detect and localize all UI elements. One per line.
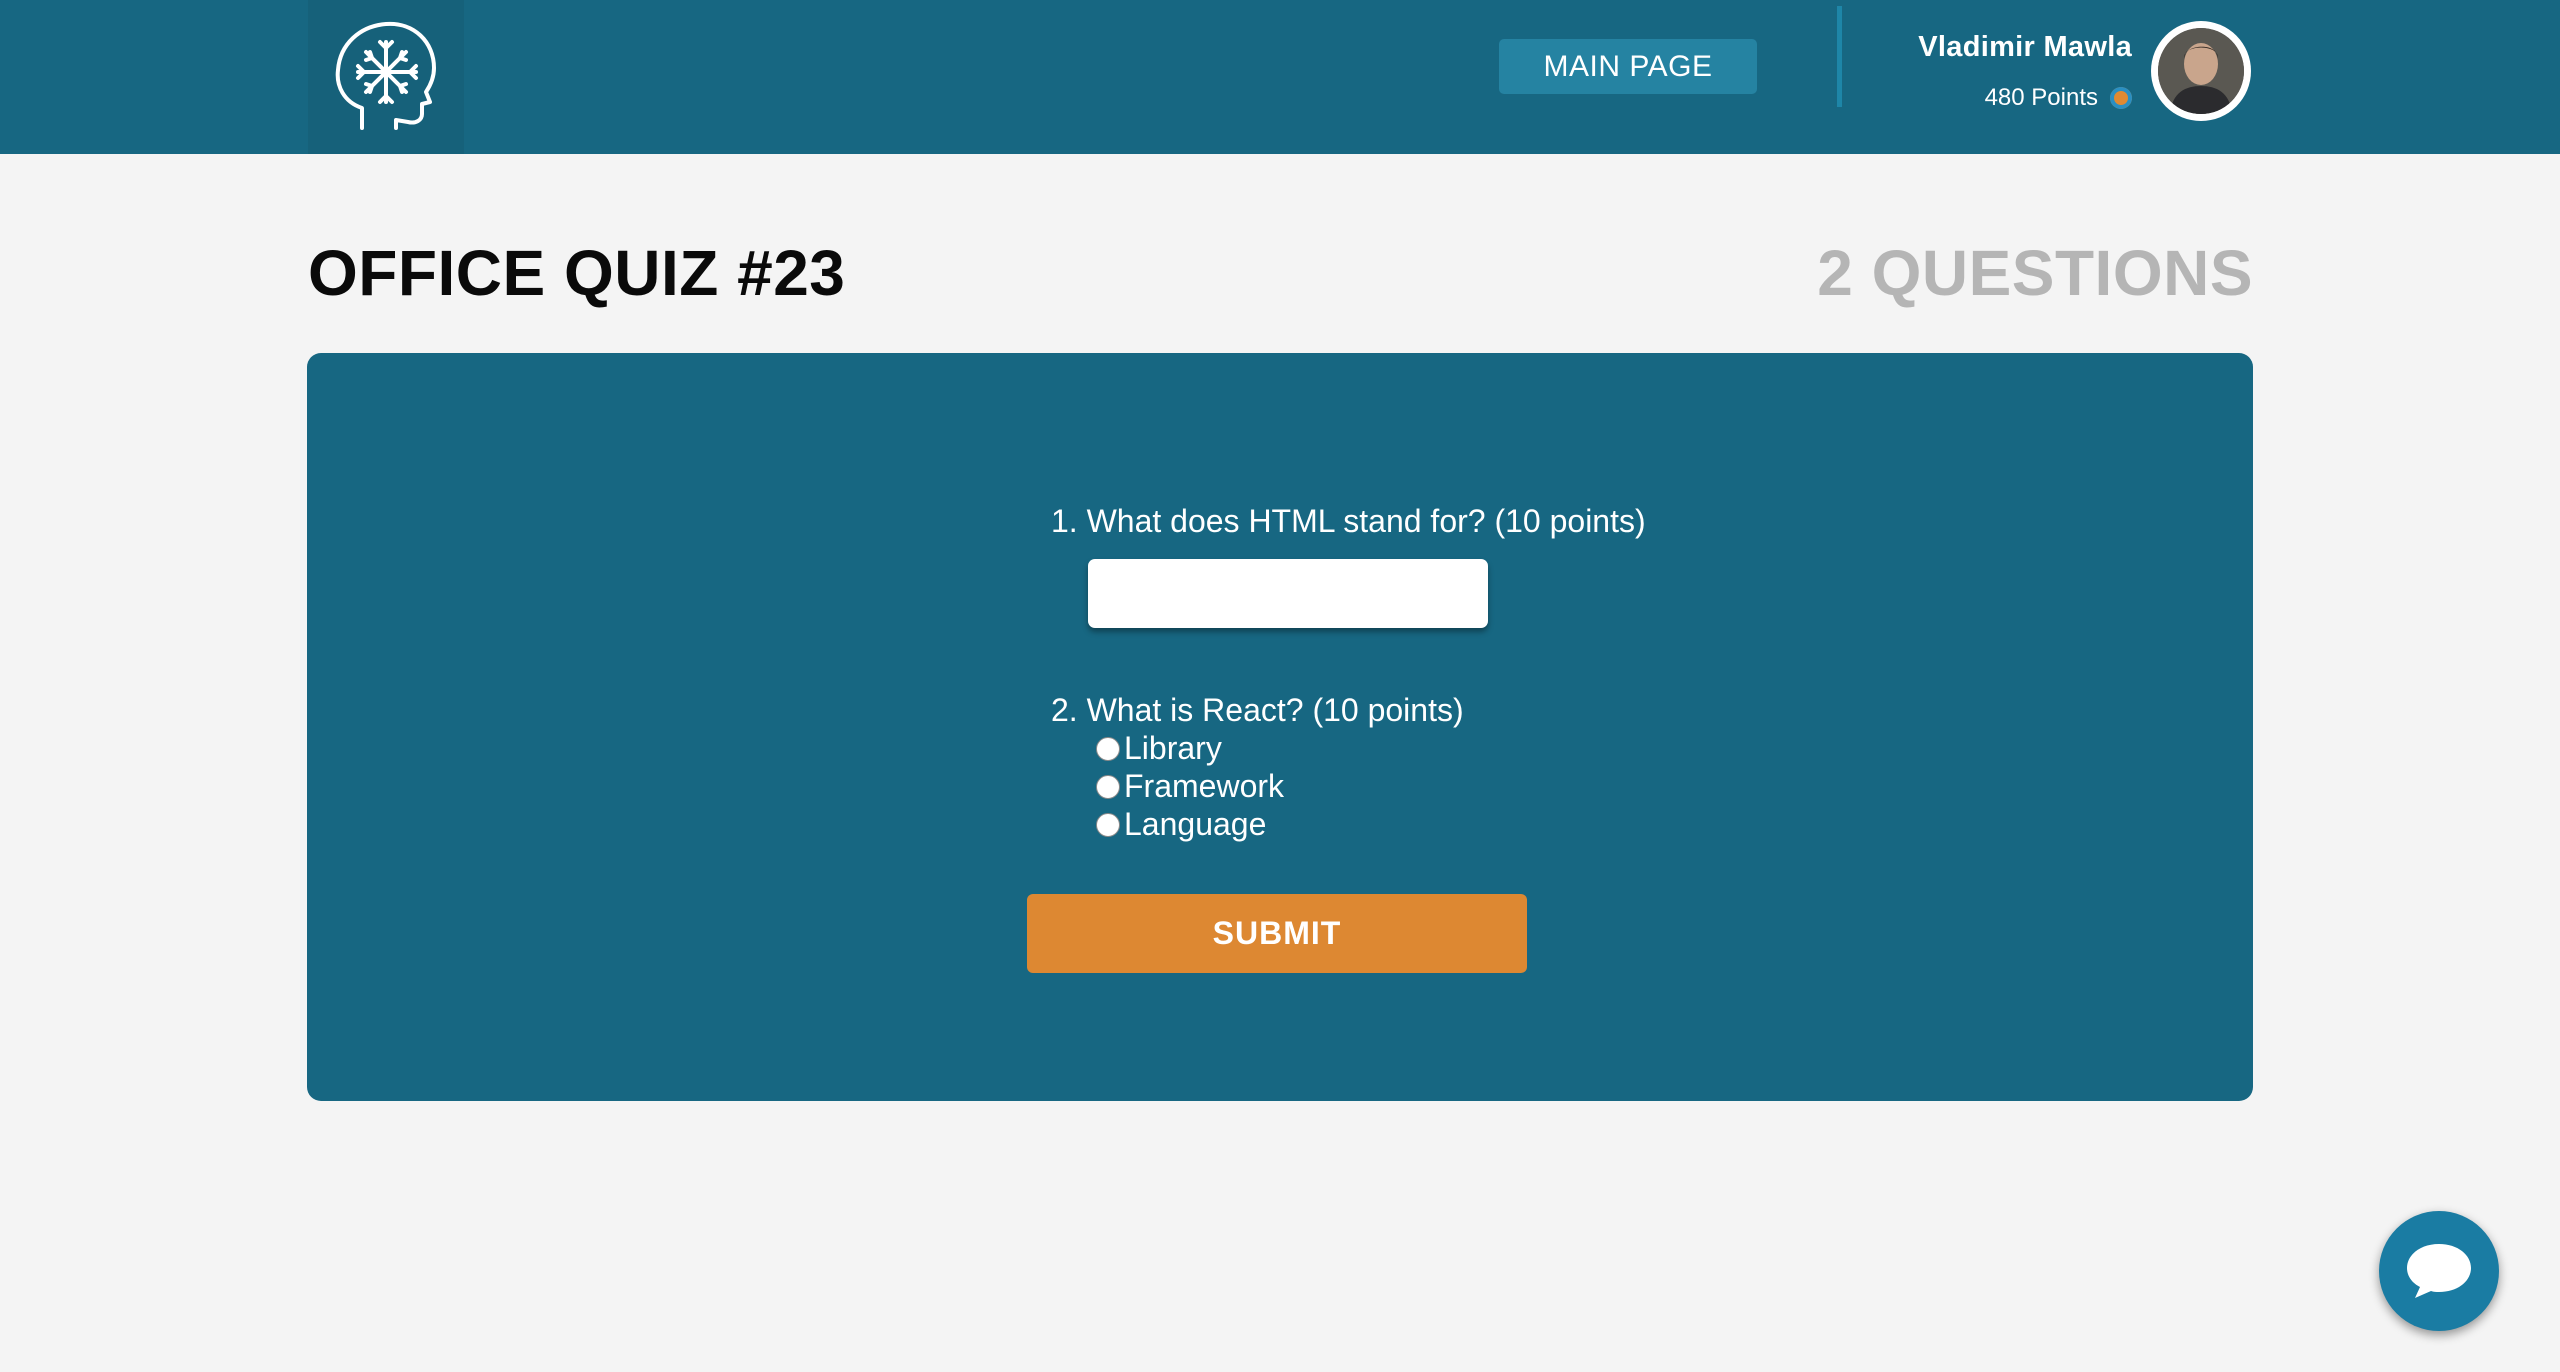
option-label: Library xyxy=(1124,730,1222,766)
option-framework[interactable]: Framework xyxy=(1096,768,1284,805)
avatar-photo xyxy=(2158,28,2244,114)
question-1-text: 1. What does HTML stand for? (10 points) xyxy=(1051,503,1646,539)
user-name: Vladimir Mawla xyxy=(1918,31,2132,63)
option-label: Framework xyxy=(1124,768,1285,804)
question-count: 2 QUESTIONS xyxy=(1817,237,2253,309)
brain-head-icon xyxy=(335,21,436,130)
logo[interactable] xyxy=(308,0,464,154)
submit-button[interactable]: SUBMIT xyxy=(1027,894,1527,973)
radio-language[interactable] xyxy=(1096,812,1120,837)
chat-button[interactable] xyxy=(2379,1211,2499,1331)
page-title: OFFICE QUIZ #23 xyxy=(308,237,846,309)
top-header: MAIN PAGE Vladimir Mawla 480 Points xyxy=(0,0,2560,154)
main-page-button[interactable]: MAIN PAGE xyxy=(1499,39,1757,94)
option-label: Language xyxy=(1124,806,1267,842)
radio-library[interactable] xyxy=(1096,736,1120,761)
option-language[interactable]: Language xyxy=(1096,806,1266,843)
option-library[interactable]: Library xyxy=(1096,730,1222,767)
question-1-answer-input[interactable] xyxy=(1088,559,1488,628)
points-text: 480 Points xyxy=(1984,84,2098,111)
avatar[interactable] xyxy=(2151,21,2251,121)
radio-framework[interactable] xyxy=(1096,774,1120,799)
header-divider xyxy=(1837,6,1842,107)
coin-icon xyxy=(2110,87,2132,109)
chat-bubble-icon xyxy=(2407,1244,2471,1298)
question-2-text: 2. What is React? (10 points) xyxy=(1051,692,1464,728)
user-points: 480 Points xyxy=(1985,84,2132,112)
